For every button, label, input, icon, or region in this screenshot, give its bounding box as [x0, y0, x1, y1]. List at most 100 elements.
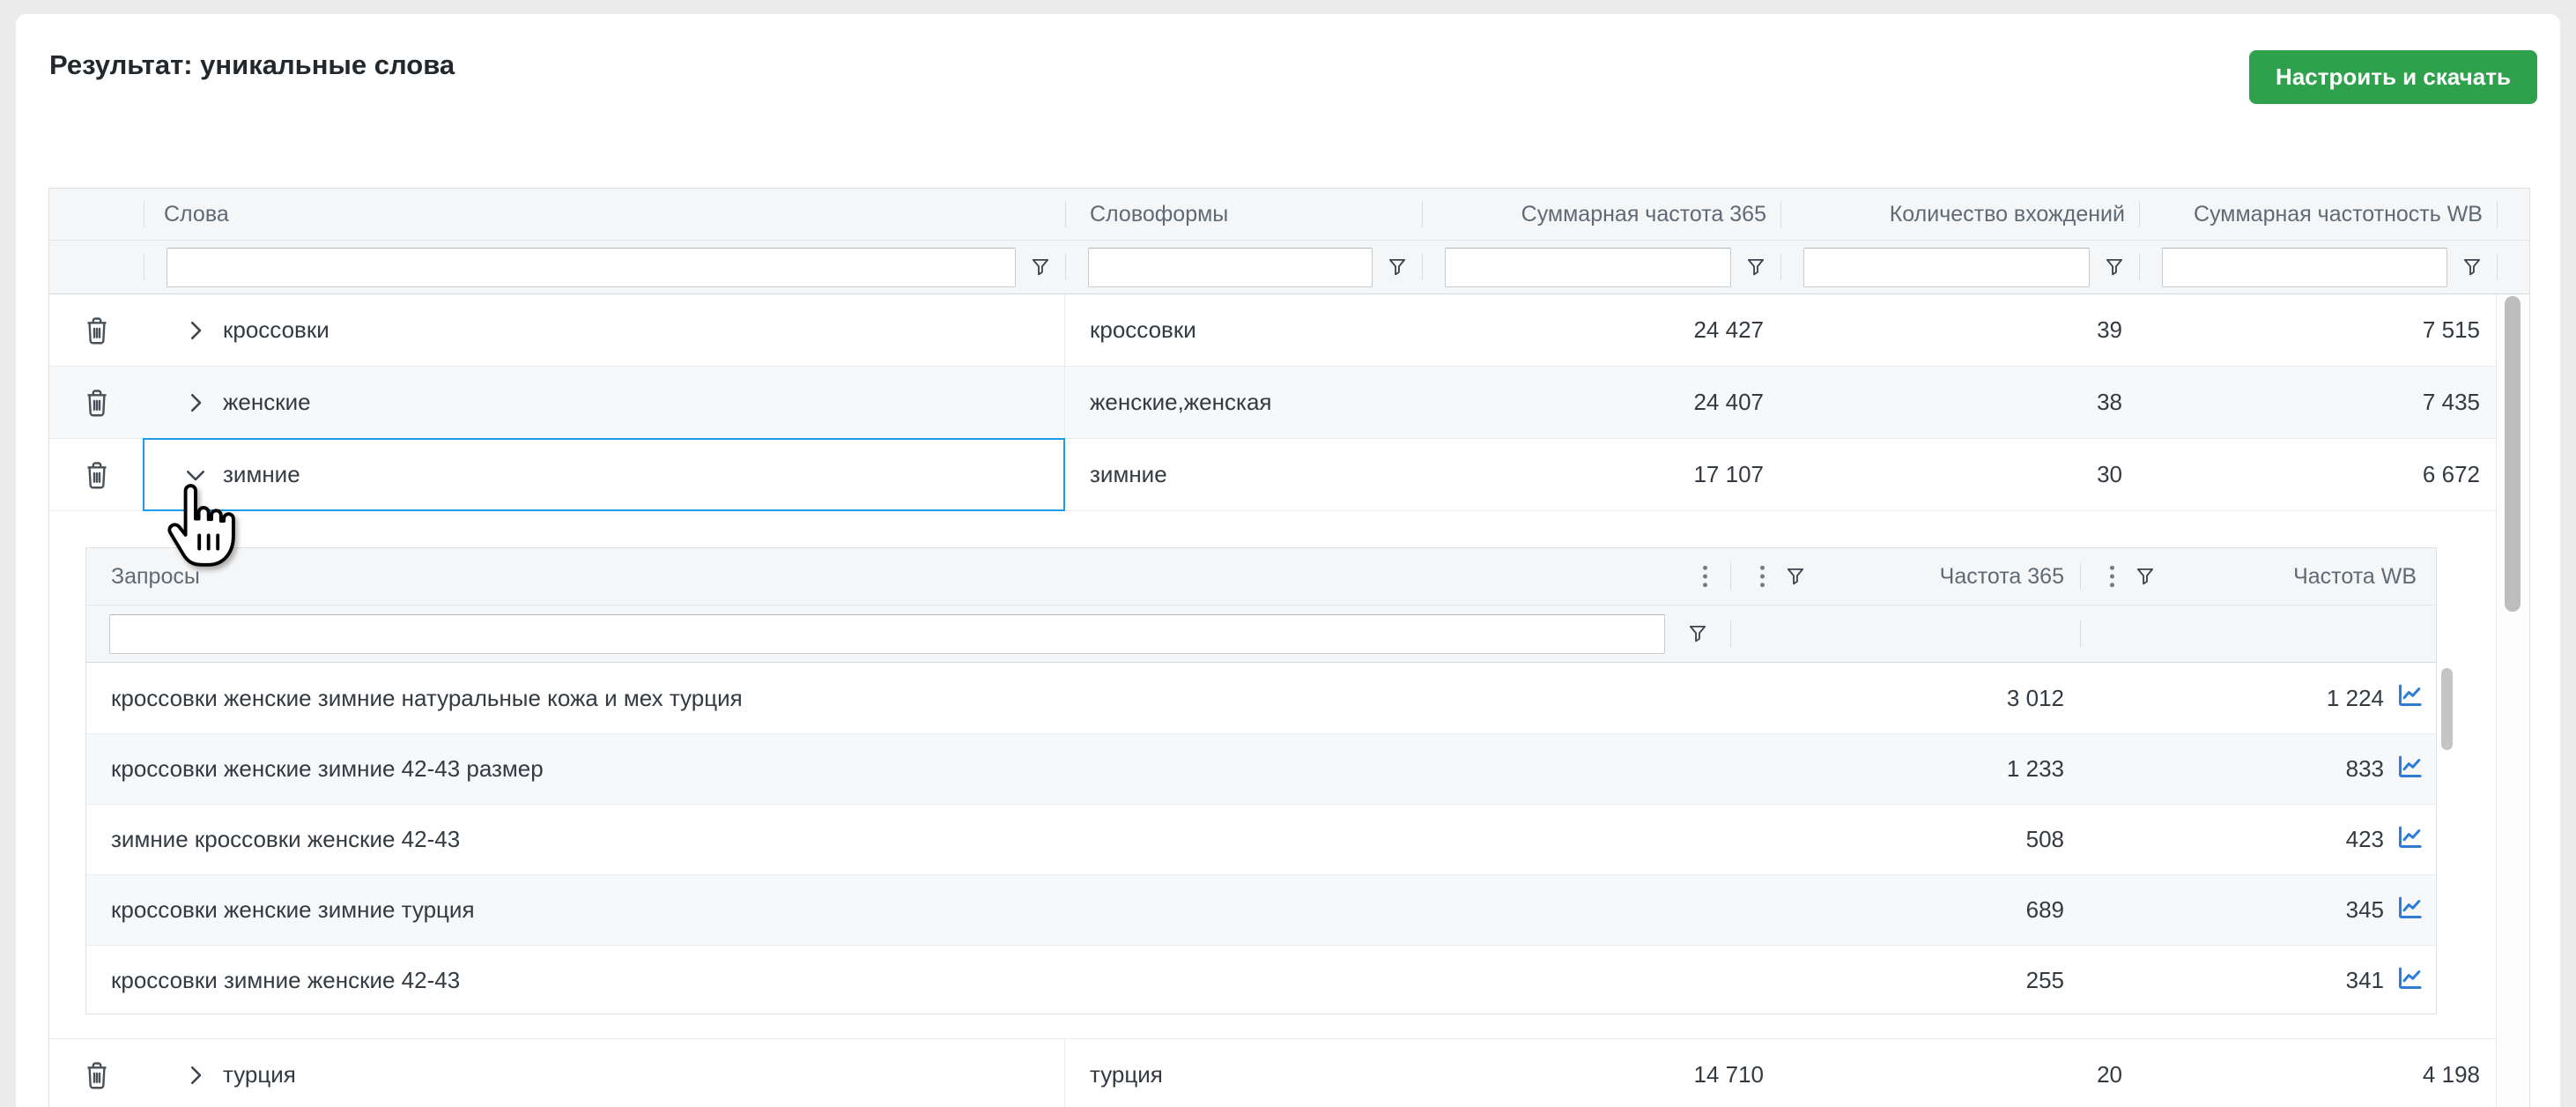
query-text-cell: зимние кроссовки женские 42-43 [86, 805, 1730, 874]
occurrences-filter-funnel-button[interactable] [2090, 256, 2139, 279]
freq-365-cell: 1 233 [1730, 734, 2080, 804]
freq-365-column-menu-button[interactable] [1750, 564, 1775, 589]
filter-cell-words [144, 241, 1065, 293]
delete-row-button[interactable] [81, 314, 113, 347]
table-row: кроссовки кроссовки 24 427 39 7 515 [49, 294, 2529, 367]
header-sum-freq-wb[interactable]: Суммарная частотность WB [2139, 189, 2497, 240]
wordforms-filter-funnel-button[interactable] [1373, 256, 1422, 279]
filter-cell-sum-freq-wb [2139, 241, 2497, 293]
header-queries[interactable]: Запросы [86, 548, 1730, 605]
header-freq-wb[interactable]: Частота WB [2080, 548, 2436, 605]
words-filter-funnel-button[interactable] [1016, 256, 1065, 279]
sum-freq-wb-cell: 4 198 [2139, 1039, 2497, 1107]
occurrences-cell: 30 [1780, 439, 2139, 510]
expand-row-chevron[interactable] [182, 390, 209, 416]
funnel-icon [1744, 256, 1767, 279]
sum-freq-365-cell: 24 407 [1422, 367, 1780, 438]
kebab-menu-icon [1758, 564, 1766, 589]
funnel-icon [1784, 565, 1807, 588]
funnel-icon [2134, 565, 2157, 588]
sum-freq-wb-cell: 7 435 [2139, 367, 2497, 438]
freq-wb-column-menu-button[interactable] [2099, 564, 2125, 589]
funnel-icon [2103, 256, 2126, 279]
line-chart-icon [2396, 753, 2424, 780]
filter-cell-freq-wb [2080, 606, 2436, 662]
query-text-cell: кроссовки женские зимние турция [86, 875, 1730, 945]
freq-365-cell: 508 [1730, 805, 2080, 874]
word-cell[interactable]: турция [144, 1039, 1065, 1107]
filter-cell-occurrences [1780, 241, 2139, 293]
table-scrollbar-thumb[interactable] [2505, 296, 2520, 612]
trash-icon [81, 1059, 113, 1092]
header-freq-365[interactable]: Частота 365 [1730, 548, 2080, 605]
queries-filter-input[interactable] [109, 614, 1665, 654]
occurrences-cell: 20 [1780, 1039, 2139, 1107]
freq-wb-cell: 345 [2080, 875, 2436, 945]
occurrences-cell: 38 [1780, 367, 2139, 438]
query-row[interactable]: кроссовки женские зимние 42-43 размер 1 … [86, 733, 2436, 804]
header-wordforms[interactable]: Словоформы [1065, 189, 1422, 240]
word-cell[interactable]: кроссовки [144, 294, 1065, 366]
unique-words-table: Слова Словоформы Суммарная частота 365 К… [48, 188, 2530, 1107]
open-frequency-chart-button[interactable] [2396, 894, 2424, 927]
word-cell-focused[interactable]: зимние [144, 439, 1065, 510]
wordforms-cell: кроссовки [1065, 294, 1422, 366]
freq-365-header-funnel-button[interactable] [1775, 565, 1816, 588]
delete-row-button[interactable] [81, 1059, 113, 1092]
freq-wb-cell: 423 [2080, 805, 2436, 874]
sum-freq-365-filter-input[interactable] [1445, 248, 1731, 287]
header-occurrences[interactable]: Количество вхождений [1780, 189, 2139, 240]
word-text: женские [223, 389, 311, 416]
freq-wb-cell: 833 [2080, 734, 2436, 804]
open-frequency-chart-button[interactable] [2396, 681, 2424, 715]
queries-column-menu-button[interactable] [1692, 564, 1718, 589]
open-frequency-chart-button[interactable] [2396, 823, 2424, 857]
wordforms-filter-input[interactable] [1088, 248, 1373, 287]
table-row: турция турция 14 710 20 4 198 [49, 1039, 2529, 1107]
sum-freq-365-filter-funnel-button[interactable] [1731, 256, 1780, 279]
query-row[interactable]: кроссовки женские зимние турция 689 345 [86, 874, 2436, 945]
funnel-icon [2461, 256, 2483, 279]
word-text: зимние [223, 461, 300, 488]
open-frequency-chart-button[interactable] [2396, 753, 2424, 786]
expand-row-chevron[interactable] [182, 1062, 209, 1088]
sum-freq-wb-filter-input[interactable] [2162, 248, 2447, 287]
wordforms-cell: зимние [1065, 439, 1422, 510]
query-row[interactable]: кроссовки женские зимние натуральные кож… [86, 663, 2436, 733]
query-row[interactable]: зимние кроссовки женские 42-43 508 423 [86, 804, 2436, 874]
sum-freq-wb-cell: 6 672 [2139, 439, 2497, 510]
filter-scroll-spacer [2497, 241, 2529, 293]
word-cell[interactable]: женские [144, 367, 1065, 438]
table-row-expanded: зимние зимние 17 107 30 6 672 [49, 439, 2529, 511]
filter-cell-freq-365 [1730, 606, 2080, 662]
detail-scrollbar-thumb[interactable] [2441, 668, 2453, 750]
trash-icon [81, 386, 113, 420]
kebab-menu-icon [1701, 564, 1709, 589]
line-chart-icon [2396, 823, 2424, 851]
filter-cell-queries [86, 606, 1730, 662]
freq-wb-header-funnel-button[interactable] [2125, 565, 2165, 588]
words-filter-input[interactable] [167, 248, 1016, 287]
sum-freq-365-cell: 14 710 [1422, 1039, 1780, 1107]
filter-cell-wordforms [1065, 241, 1422, 293]
header-sum-freq-365[interactable]: Суммарная частота 365 [1422, 189, 1780, 240]
delete-row-button[interactable] [81, 458, 113, 492]
trash-icon [81, 314, 113, 347]
delete-row-button[interactable] [81, 386, 113, 420]
freq-wb-cell: 341 [2080, 946, 2436, 1014]
chevron-right-icon [182, 1062, 209, 1088]
open-frequency-chart-button[interactable] [2396, 964, 2424, 998]
chevron-down-icon [182, 462, 209, 488]
page-title: Результат: уникальные слова [49, 49, 455, 81]
sum-freq-wb-cell: 7 515 [2139, 294, 2497, 366]
chevron-right-icon [182, 390, 209, 416]
sum-freq-wb-filter-funnel-button[interactable] [2447, 256, 2497, 279]
collapse-row-chevron[interactable] [182, 462, 209, 488]
queries-filter-funnel-button[interactable] [1665, 622, 1730, 645]
expand-row-chevron[interactable] [182, 317, 209, 344]
header-words[interactable]: Слова [144, 189, 1065, 240]
occurrences-filter-input[interactable] [1803, 248, 2090, 287]
table-scrollbar-track[interactable] [2496, 294, 2529, 1107]
configure-and-download-button[interactable]: Настроить и скачать [2249, 50, 2537, 104]
query-row[interactable]: кроссовки зимние женские 42-43 255 341 [86, 945, 2436, 1014]
